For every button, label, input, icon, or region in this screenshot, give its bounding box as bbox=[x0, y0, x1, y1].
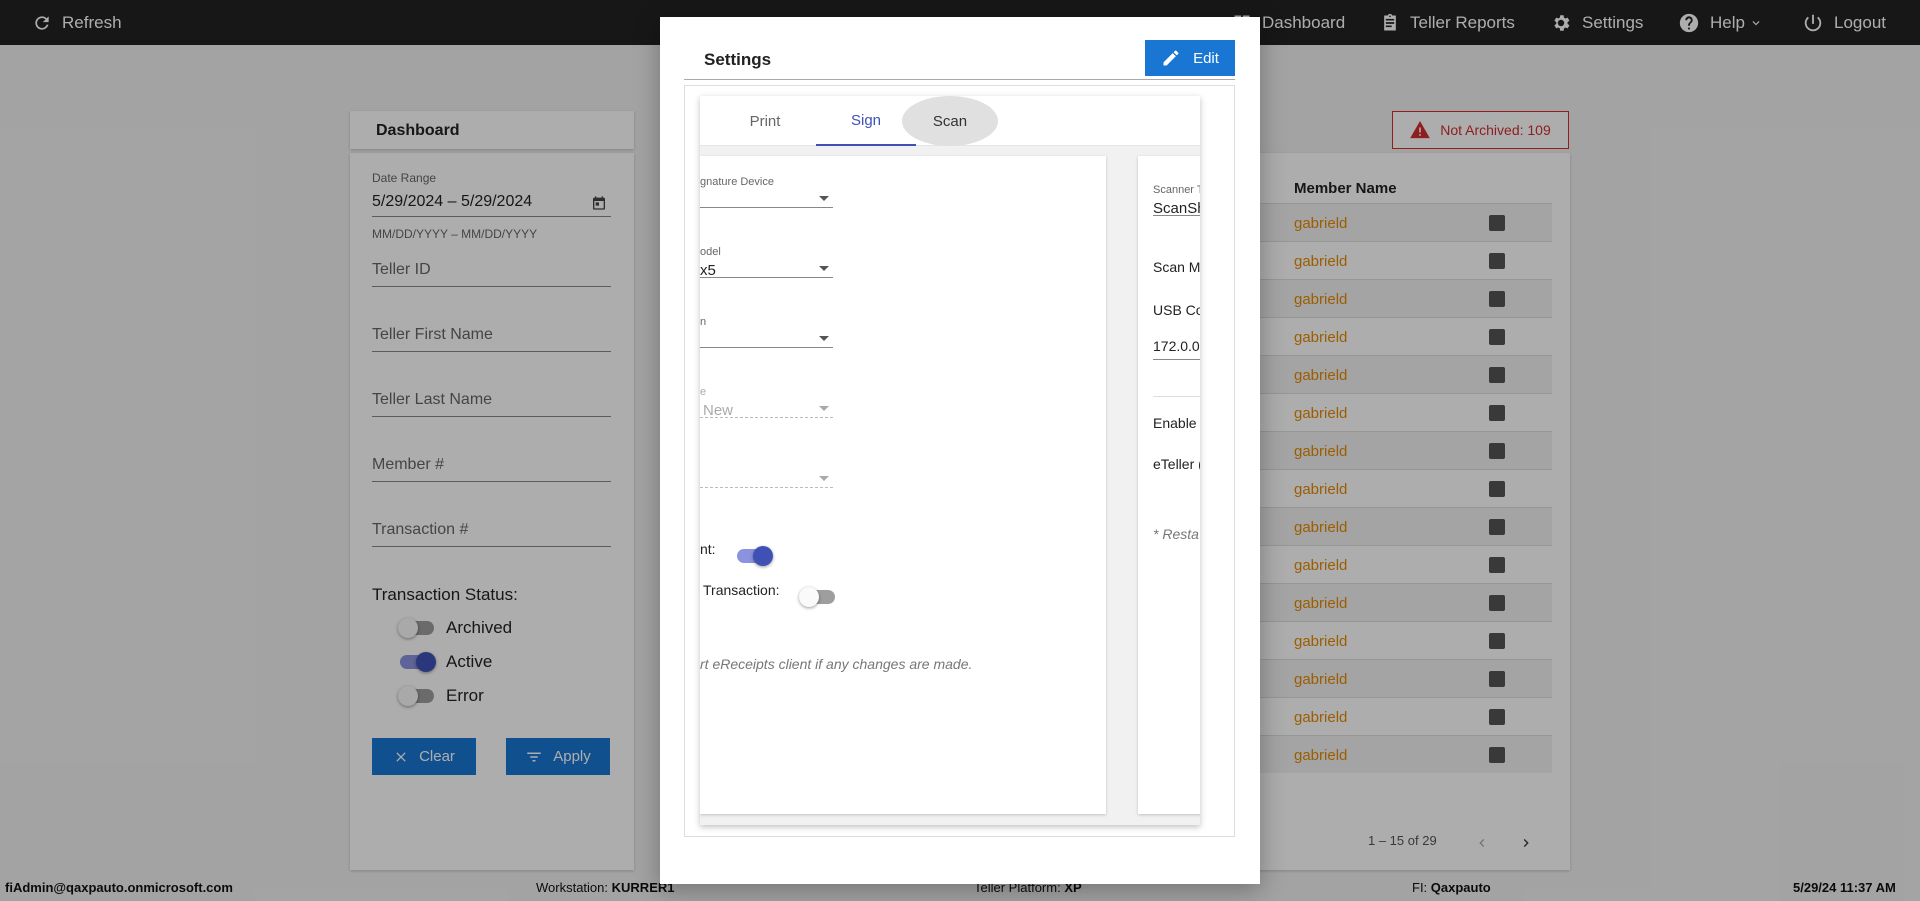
enable-label: Enable bbox=[1153, 415, 1197, 431]
field4-label: e bbox=[700, 386, 707, 398]
toggle1-label: nt: bbox=[700, 541, 716, 557]
tab-scan[interactable]: Scan bbox=[902, 96, 998, 146]
settings-tabs: Print Sign Scan bbox=[700, 96, 1200, 146]
settings-dialog-body: Print Sign Scan gnature Device odel x5 n… bbox=[684, 85, 1235, 837]
scanner-type-select[interactable]: Scanner T ScanSh bbox=[1153, 184, 1200, 217]
signature-device-select[interactable]: gnature Device bbox=[700, 176, 833, 208]
dropdown-arrow-icon bbox=[819, 406, 829, 411]
pencil-icon bbox=[1163, 50, 1179, 66]
signature-device-label: gnature Device bbox=[700, 176, 774, 188]
field5-select bbox=[700, 458, 833, 488]
usb-label: USB Co bbox=[1153, 302, 1200, 318]
scan-settings-panel: Scanner T ScanSh Scan M USB Co 172.0.0 E… bbox=[1138, 156, 1200, 814]
field4-value: New bbox=[703, 402, 734, 419]
dropdown-arrow-icon bbox=[819, 476, 829, 481]
field4-select: e New bbox=[700, 386, 833, 419]
tab-print[interactable]: Print bbox=[720, 96, 810, 146]
model-select[interactable]: odel x5 bbox=[700, 246, 833, 279]
ip-address-value: 172.0.0 bbox=[1153, 338, 1200, 354]
toggle1-switch[interactable] bbox=[737, 546, 773, 566]
eteller-label: eTeller ( bbox=[1153, 456, 1200, 472]
settings-panels: gnature Device odel x5 n e New nt: Trans… bbox=[700, 146, 1200, 825]
divider bbox=[1153, 396, 1200, 397]
sign-restart-note: rt eReceipts client if any changes are m… bbox=[700, 656, 973, 672]
scan-restart-note: * Resta bbox=[1153, 526, 1199, 542]
toggle-knob bbox=[799, 587, 819, 607]
field3-select[interactable]: n bbox=[700, 316, 833, 348]
dropdown-arrow-icon bbox=[819, 196, 829, 201]
settings-card: Print Sign Scan gnature Device odel x5 n… bbox=[700, 96, 1200, 825]
dropdown-arrow-icon bbox=[819, 266, 829, 271]
model-label: odel bbox=[700, 246, 721, 258]
model-value: x5 bbox=[700, 262, 716, 279]
toggle2-switch[interactable] bbox=[799, 587, 835, 607]
scanner-type-value: ScanSh bbox=[1153, 200, 1200, 217]
edit-label: Edit bbox=[1193, 49, 1219, 67]
scanner-type-label: Scanner T bbox=[1153, 184, 1200, 196]
settings-dialog-header: Settings Edit bbox=[684, 40, 1235, 80]
toggle-knob bbox=[753, 546, 773, 566]
settings-dialog-title: Settings bbox=[704, 50, 772, 69]
settings-dialog: Settings Edit Print Sign Scan gnature De… bbox=[660, 17, 1260, 884]
scan-mode-label: Scan M bbox=[1153, 259, 1200, 275]
dropdown-arrow-icon bbox=[819, 336, 829, 341]
tab-sign[interactable]: Sign bbox=[816, 96, 916, 146]
edit-button[interactable]: Edit bbox=[1145, 40, 1235, 76]
ip-address-input[interactable]: 172.0.0 bbox=[1153, 328, 1200, 360]
sign-settings-panel: gnature Device odel x5 n e New nt: Trans… bbox=[700, 156, 1106, 814]
toggle2-label: Transaction: bbox=[703, 582, 780, 598]
field3-label: n bbox=[700, 316, 707, 328]
